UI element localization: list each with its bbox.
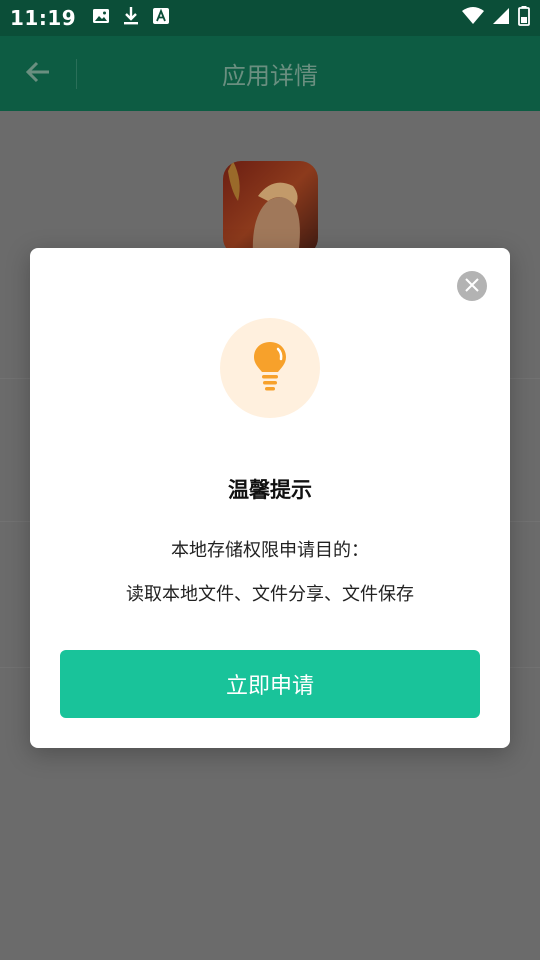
page-title: 应用详情 bbox=[222, 62, 318, 90]
cellular-icon bbox=[492, 7, 510, 29]
hint-icon-circle bbox=[220, 318, 320, 418]
battery-icon bbox=[518, 6, 530, 30]
back-arrow-icon bbox=[24, 58, 52, 90]
status-bar: 11:19 bbox=[0, 0, 540, 36]
app-bar-divider bbox=[76, 58, 77, 89]
download-icon bbox=[122, 6, 140, 30]
back-button[interactable] bbox=[0, 36, 76, 111]
status-time: 11:19 bbox=[10, 6, 77, 30]
font-icon bbox=[152, 7, 170, 29]
dialog-purpose-label: 本地存储权限申请目的： bbox=[171, 540, 369, 561]
dialog-purpose-detail: 读取本地文件、文件分享、文件保存 bbox=[126, 584, 414, 605]
status-right-icons bbox=[462, 6, 530, 30]
permission-dialog: 温馨提示 本地存储权限申请目的： 读取本地文件、文件分享、文件保存 立即申请 bbox=[30, 248, 510, 748]
status-left-icons bbox=[92, 6, 170, 30]
close-button[interactable] bbox=[457, 271, 487, 301]
app-bar: 应用详情 bbox=[0, 36, 540, 111]
lightbulb-icon bbox=[253, 341, 287, 395]
dialog-title: 温馨提示 bbox=[228, 478, 312, 502]
close-icon bbox=[465, 277, 479, 296]
wifi-icon bbox=[462, 7, 484, 29]
image-icon bbox=[92, 7, 110, 29]
app-icon bbox=[223, 161, 318, 256]
apply-now-button[interactable]: 立即申请 bbox=[60, 650, 480, 718]
